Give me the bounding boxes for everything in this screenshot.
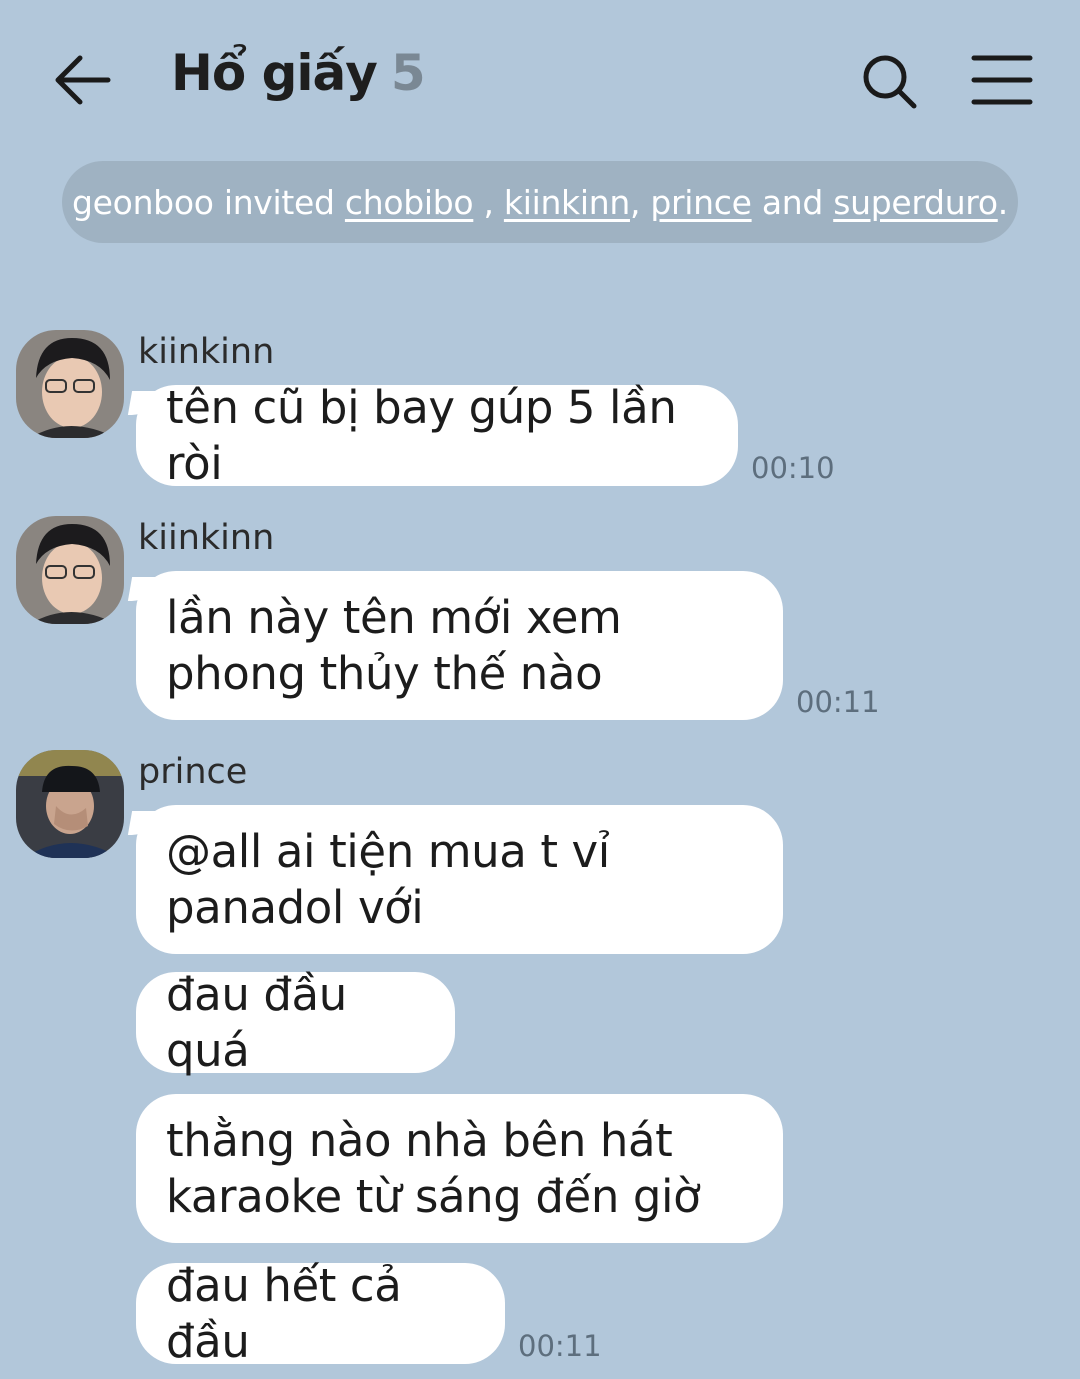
sender-name: kiinkinn [138, 518, 275, 558]
message-bubble[interactable]: tên cũ bị bay gúp 5 lần ròi [136, 381, 738, 490]
user-avatar-image [16, 330, 124, 438]
message-bubble[interactable]: đau đầu quá [136, 968, 455, 1077]
and-word: and [761, 182, 823, 222]
chat-screen: Hổ giấy 5 geonboo invited chobibo , kiink… [0, 0, 1080, 1379]
avatar[interactable] [16, 516, 124, 624]
invite-notice: geonboo invited chobibo , kiinkinn, prin… [62, 161, 1018, 243]
avatar[interactable] [16, 330, 124, 438]
invited-user-link[interactable]: superduro [833, 183, 998, 222]
message-bubble[interactable]: @all ai tiện mua t vỉ panadol với [136, 805, 783, 954]
message-time: 00:10 [751, 451, 835, 485]
message-text: @all ai tiện mua t vỉ panadol với [166, 824, 610, 934]
message-text: thằng nào nhà bên hát karaoke từ sáng đế… [166, 1113, 701, 1223]
arrow-left-icon [55, 55, 111, 105]
message-bubble[interactable]: lần này tên mới xem phong thủy thế nào [136, 571, 783, 720]
message-bubble[interactable]: đau hết cả đầu [136, 1259, 505, 1368]
chat-title-text: Hổ giấy [171, 44, 378, 102]
invited-user-link[interactable]: kiinkinn [504, 183, 630, 222]
message-time: 00:11 [518, 1329, 602, 1363]
message-text: tên cũ bị bay gúp 5 lần ròi [166, 380, 677, 490]
invited-word: invited [223, 182, 335, 222]
chat-title: Hổ giấy 5 [171, 44, 426, 102]
member-count: 5 [390, 44, 426, 102]
sender-name: kiinkinn [138, 332, 275, 372]
message-text: đau đầu quá [166, 967, 347, 1077]
chat-header: Hổ giấy 5 [0, 0, 1080, 160]
invited-user-link[interactable]: prince [650, 183, 752, 222]
message-time: 00:11 [796, 685, 880, 719]
user-avatar-image [16, 516, 124, 624]
message-bubble[interactable]: thằng nào nhà bên hát karaoke từ sáng đế… [136, 1094, 783, 1243]
user-avatar-image [16, 750, 124, 858]
avatar[interactable] [16, 750, 124, 858]
menu-button[interactable] [970, 52, 1034, 108]
message-text: lần này tên mới xem phong thủy thế nào [166, 590, 622, 700]
hamburger-menu-icon [971, 55, 1033, 105]
sender-name: prince [138, 752, 248, 792]
inviter-name: geonboo [72, 182, 214, 222]
invited-user-link[interactable]: chobibo [345, 183, 474, 222]
search-button[interactable] [858, 50, 922, 114]
search-icon [863, 55, 917, 109]
back-button[interactable] [50, 50, 114, 110]
message-text: đau hết cả đầu [166, 1258, 402, 1368]
